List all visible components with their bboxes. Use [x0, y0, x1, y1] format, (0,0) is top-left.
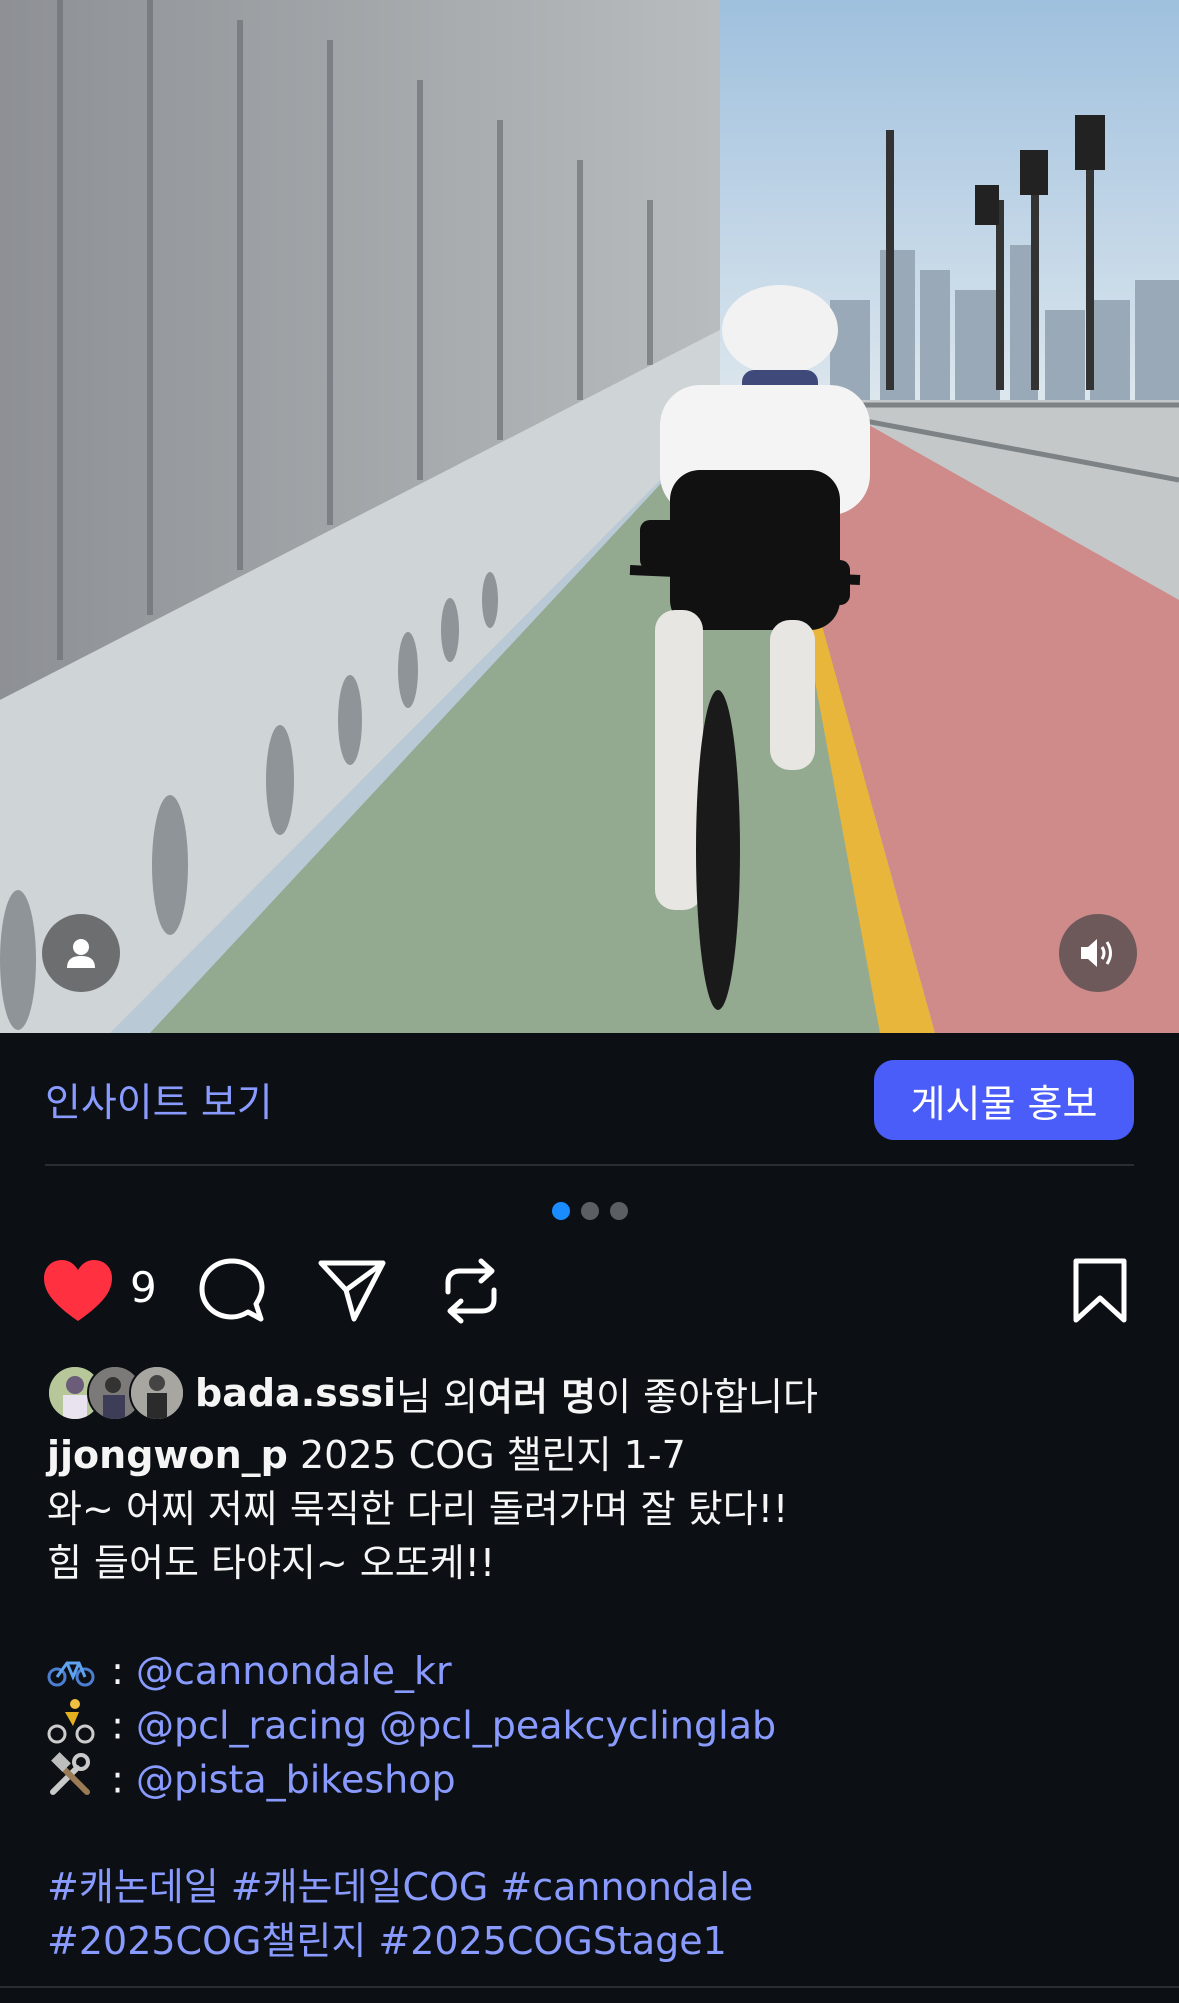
like-button[interactable]	[42, 1255, 114, 1331]
mention-link[interactable]: @pcl_racing @pcl_peakcyclinglab	[136, 1704, 776, 1748]
divider	[45, 1164, 1134, 1166]
hashtag-line[interactable]: #캐논데일 #캐논데일COG #cannondale	[47, 1860, 1147, 1914]
tag-people-button[interactable]	[42, 914, 120, 992]
liked-by-text-1: 님 외	[396, 1374, 479, 1419]
person-icon	[64, 936, 98, 970]
send-icon	[317, 1258, 387, 1328]
view-insights-link[interactable]: 인사이트 보기	[45, 1072, 273, 1128]
comment-button[interactable]	[199, 1255, 265, 1331]
caption-title: 2025 COG 챌린지 1-7	[287, 1433, 686, 1477]
liked-by-line[interactable]: bada.sssi 님 외 여러 명이 좋아합니다	[47, 1362, 818, 1424]
hashtag-line[interactable]: #2025COG챌린지 #2025COGStage1	[47, 1914, 1147, 1968]
insights-row: 인사이트 보기 게시물 홍보	[45, 1060, 1134, 1140]
carousel-dot-2	[580, 1202, 599, 1220]
speaker-icon	[1079, 936, 1117, 970]
liked-by-others[interactable]: 여러 명	[478, 1366, 596, 1421]
caption-line: 와~ 어찌 저찌 묵직한 다리 돌려가며 잘 탔다!!	[47, 1487, 789, 1531]
repost-icon	[440, 1256, 502, 1330]
carousel-dot-3	[609, 1202, 628, 1220]
post-photo[interactable]	[0, 0, 1179, 1033]
post-caption: jjongwon_p 2025 COG 챌린지 1-7 와~ 어찌 저찌 묵직한…	[47, 1428, 1147, 1968]
carousel-indicator	[0, 1202, 1179, 1220]
like-count[interactable]: 9	[130, 1263, 157, 1312]
mention-link[interactable]: @cannondale_kr	[136, 1649, 452, 1693]
divider	[0, 1986, 1179, 1988]
liked-by-text-2: 이 좋아합니다	[596, 1374, 818, 1419]
caption-username[interactable]: jjongwon_p	[47, 1433, 288, 1477]
bookmark-icon	[1072, 1258, 1128, 1328]
caption-line: 힘 들어도 타야지~ 오또케!!	[47, 1541, 496, 1585]
boost-post-button[interactable]: 게시물 홍보	[874, 1060, 1134, 1140]
mention-link[interactable]: @pista_bikeshop	[136, 1758, 456, 1802]
credit-line: : @pista_bikeshop	[47, 1752, 1147, 1806]
credit-line: : @cannondale_kr	[47, 1644, 1147, 1698]
liked-by-username[interactable]: bada.sssi	[195, 1371, 396, 1415]
cyclist-photo	[0, 0, 1179, 1033]
heart-icon	[42, 1259, 114, 1327]
comment-bubble-icon	[199, 1258, 265, 1328]
tools-icon	[47, 1752, 99, 1812]
credit-line: : @pcl_racing @pcl_peakcyclinglab	[47, 1698, 1147, 1752]
carousel-dot-1	[551, 1202, 570, 1220]
sound-toggle-button[interactable]	[1059, 914, 1137, 992]
share-button[interactable]	[317, 1255, 387, 1331]
cyclist-icon	[47, 1698, 99, 1758]
avatar	[129, 1365, 185, 1421]
save-button[interactable]	[1072, 1255, 1128, 1331]
liker-avatars	[47, 1365, 185, 1421]
post-action-bar: 9	[42, 1255, 1137, 1331]
repost-button[interactable]	[440, 1255, 502, 1331]
bicycle-icon	[47, 1647, 99, 1701]
